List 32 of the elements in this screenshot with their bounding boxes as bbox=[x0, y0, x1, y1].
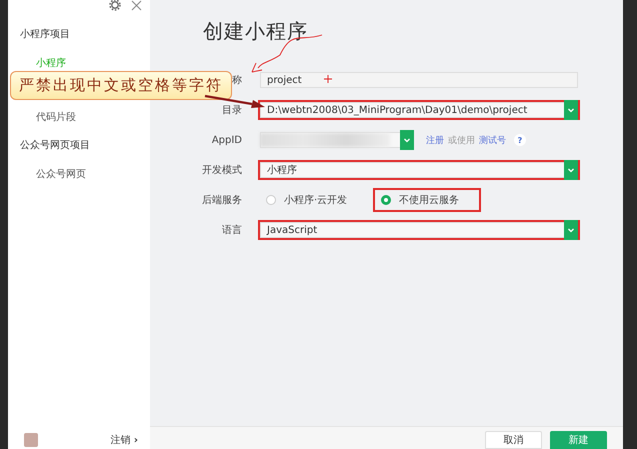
field-label: 后端服务 bbox=[202, 195, 242, 206]
settings-icon[interactable] bbox=[109, 0, 121, 11]
caret-icon bbox=[564, 220, 578, 240]
field-label: 开发模式 bbox=[202, 165, 242, 176]
dropdown[interactable]: JavaScript bbox=[258, 220, 580, 240]
sidebar-item[interactable]: 代码片段 bbox=[20, 110, 150, 124]
link-separator-text: 或使用 bbox=[448, 134, 475, 146]
link[interactable]: 测试号 bbox=[479, 134, 506, 146]
annotation-callout: 严禁出现中文或空格等字符 bbox=[10, 71, 232, 100]
caret-icon bbox=[564, 100, 578, 120]
caret-icon bbox=[400, 130, 414, 150]
sidebar-group-heading: 公众号网页项目 bbox=[20, 139, 91, 152]
caret-icon bbox=[564, 160, 578, 180]
page-title: 创建小程序 bbox=[203, 18, 309, 45]
field-label: 称 bbox=[232, 75, 242, 86]
cancel-button[interactable]: 取消 bbox=[485, 431, 542, 449]
appid-dropdown[interactable] bbox=[258, 130, 416, 150]
field-label: 语言 bbox=[222, 225, 242, 236]
field-label: AppID bbox=[212, 134, 242, 146]
help-button[interactable]: ? bbox=[514, 134, 526, 146]
sidebar-group-heading: 小程序项目 bbox=[20, 28, 71, 41]
radio-option[interactable]: 小程序·云开发 bbox=[258, 188, 370, 212]
close-icon[interactable] bbox=[131, 0, 142, 10]
field-label: 目录 bbox=[222, 105, 242, 116]
dropdown[interactable]: 小程序 bbox=[258, 160, 580, 180]
cursor-icon bbox=[324, 74, 332, 84]
link[interactable]: 注册 bbox=[426, 134, 444, 146]
sidebar-item[interactable]: 公众号网页 bbox=[20, 167, 150, 181]
name-input[interactable]: project bbox=[258, 70, 580, 90]
logout-link[interactable]: 注销 › bbox=[110, 433, 138, 447]
radio-option[interactable]: 不使用云服务 bbox=[373, 188, 482, 212]
dropdown[interactable]: D:\webtn2008\03_MiniProgram\Day01\demo\project bbox=[258, 100, 580, 120]
